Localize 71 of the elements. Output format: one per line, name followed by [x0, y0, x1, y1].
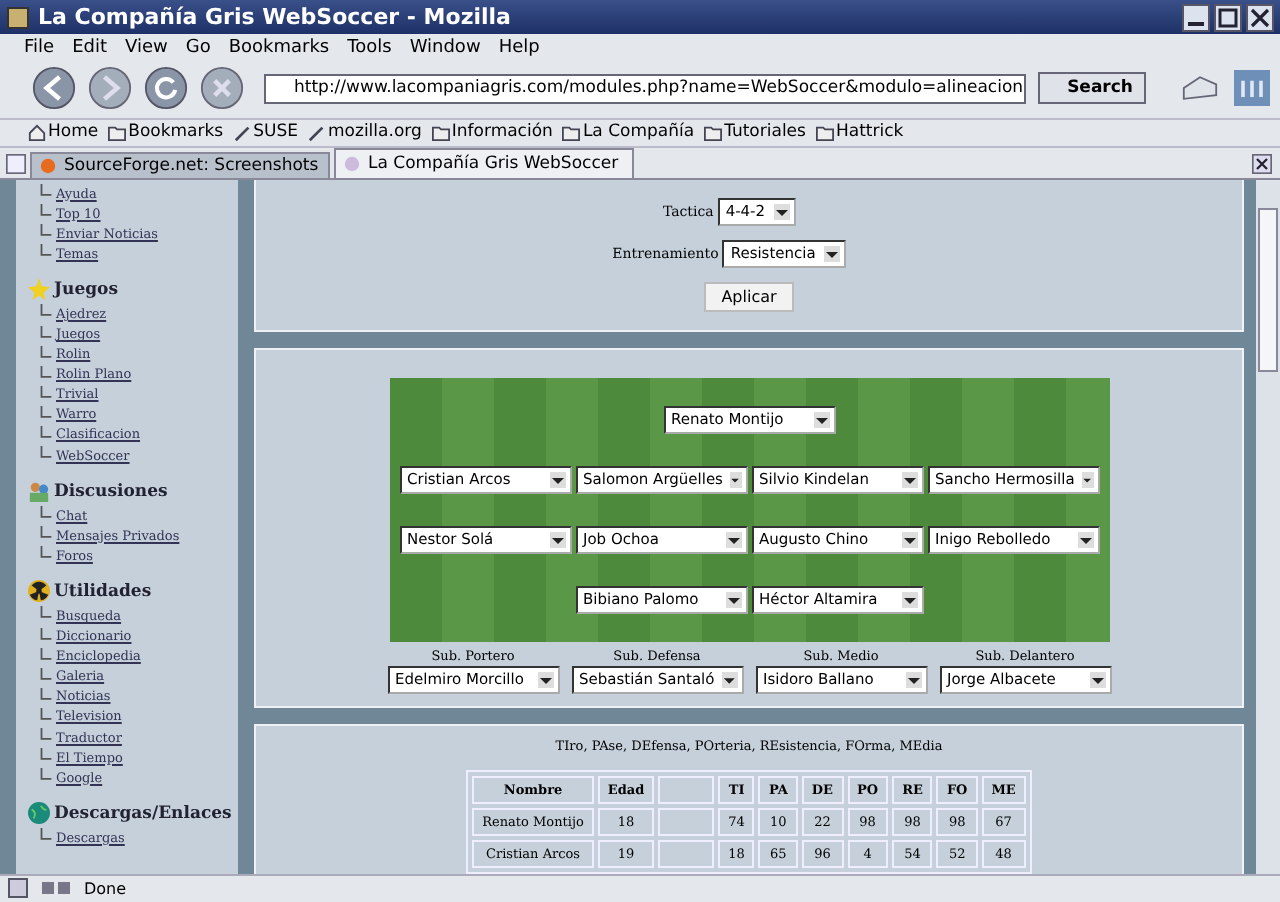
browser-tab[interactable]: La Compañía Gris WebSoccer — [334, 147, 634, 177]
caret-icon — [773, 203, 790, 220]
people-icon — [28, 480, 50, 503]
caret-icon — [1082, 471, 1093, 488]
minimize-icon[interactable] — [1182, 3, 1210, 32]
bookmark-item[interactable]: mozilla.org — [308, 122, 422, 143]
section-heading: Descargas/Enlaces — [54, 803, 232, 824]
menu-item[interactable]: Window — [409, 37, 481, 58]
window-title: La Compañía Gris WebSoccer - Mozilla — [38, 4, 513, 31]
menu-item[interactable]: Tools — [347, 37, 392, 58]
maximize-icon[interactable] — [1214, 3, 1242, 32]
menu-item[interactable]: View — [125, 37, 168, 58]
bookmark-item[interactable]: Tutoriales — [704, 122, 806, 143]
apply-button[interactable]: Aplicar — [703, 281, 795, 312]
forward-icon[interactable] — [88, 66, 132, 111]
address-field[interactable]: http://www.lacompaniagris.com/modules.php?name=WebSoccer&modulo=alineacion — [264, 73, 1026, 104]
radiation-icon — [28, 580, 50, 603]
caret-icon — [901, 471, 917, 488]
caret-icon — [722, 671, 737, 688]
status-text: Done — [84, 879, 127, 898]
menu-item[interactable]: File — [24, 37, 55, 58]
folder-icon — [562, 123, 581, 142]
folder-icon — [815, 123, 834, 142]
folder-icon — [108, 123, 127, 142]
caret-icon — [730, 471, 741, 488]
security-icon — [8, 878, 28, 899]
star-icon — [28, 278, 50, 301]
folder-icon — [704, 123, 723, 142]
bookmark-item[interactable]: Bookmarks — [108, 122, 224, 143]
stop-icon[interactable] — [200, 66, 244, 111]
app-icon — [6, 5, 30, 30]
menu-item[interactable]: Bookmarks — [228, 37, 330, 58]
close-tab-icon[interactable] — [1252, 153, 1272, 173]
caret-icon — [549, 531, 565, 548]
close-icon[interactable] — [1246, 3, 1274, 32]
section-heading: Utilidades — [54, 581, 152, 602]
menu-item[interactable]: Help — [498, 37, 540, 58]
bookmark-icon — [308, 123, 326, 142]
menu-item[interactable]: Edit — [72, 37, 107, 58]
bookmark-item[interactable]: Hattrick — [815, 122, 904, 143]
caret-icon — [901, 591, 917, 608]
favicon-icon — [40, 157, 56, 173]
tab-list-icon[interactable] — [6, 153, 26, 173]
caret-icon — [905, 671, 921, 688]
caret-icon — [725, 591, 741, 608]
bookmark-item[interactable]: La Compañía — [562, 122, 695, 143]
caret-icon — [901, 531, 917, 548]
reload-icon[interactable] — [144, 66, 188, 111]
home-icon — [28, 123, 46, 142]
bookmark-item[interactable]: Home — [28, 122, 99, 143]
globe-icon — [28, 802, 50, 825]
search-button[interactable]: Search — [1037, 72, 1147, 105]
throbber-icon — [1234, 70, 1271, 107]
caret-icon — [537, 671, 553, 688]
caret-icon — [813, 411, 829, 428]
bookmark-item[interactable]: SUSE — [233, 122, 298, 143]
menu-item[interactable]: Go — [185, 37, 211, 58]
folder-icon — [431, 123, 450, 142]
caret-icon — [725, 531, 741, 548]
section-heading: Discusiones — [54, 481, 168, 502]
back-icon[interactable] — [32, 66, 76, 111]
caret-icon — [823, 245, 840, 262]
scrollbar[interactable] — [1256, 179, 1280, 873]
browser-tab[interactable]: SourceForge.net: Screenshots — [30, 151, 330, 177]
caret-icon — [1077, 531, 1093, 548]
bookmark-icon — [233, 123, 252, 142]
section-heading: Juegos — [54, 279, 119, 300]
bookmark-item[interactable]: Información — [431, 122, 553, 143]
caret-icon — [549, 471, 565, 488]
caret-icon — [1089, 671, 1105, 688]
favicon-icon — [344, 155, 360, 171]
